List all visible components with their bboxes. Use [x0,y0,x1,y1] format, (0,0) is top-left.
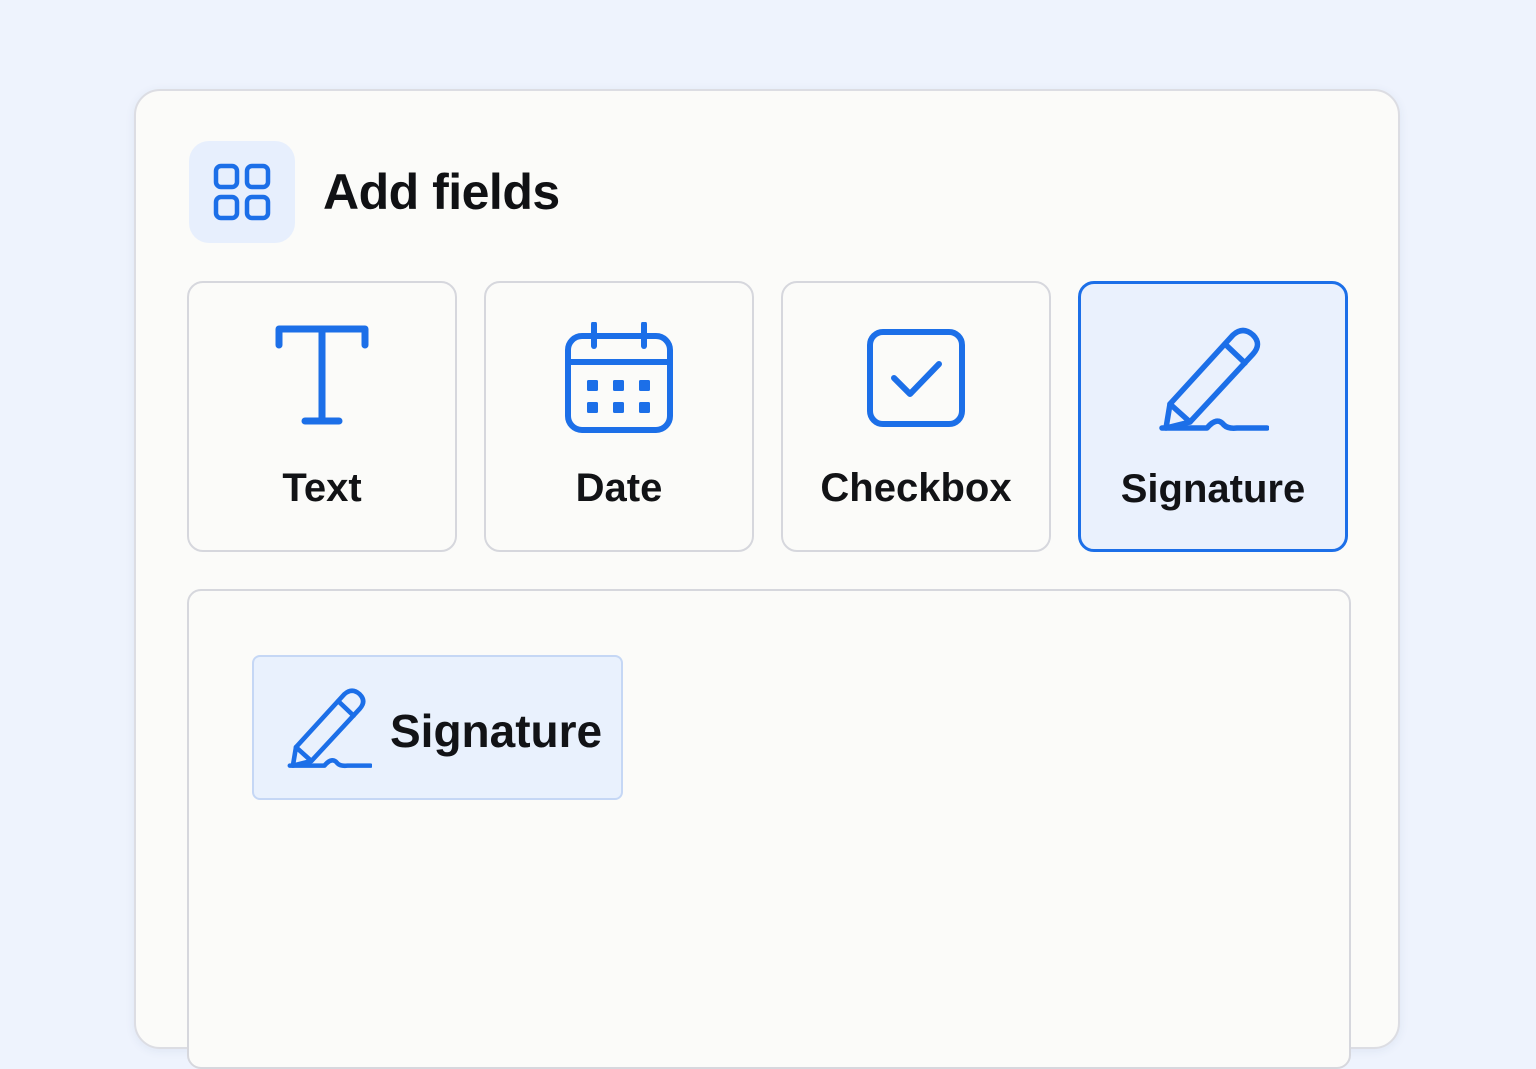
field-card-label: Text [282,466,362,510]
checkbox-icon [783,323,1049,433]
grid-icon [189,141,295,243]
field-card-signature[interactable]: Signature [1078,281,1348,552]
signature-pen-icon [286,683,373,773]
document-canvas[interactable]: Signature [187,589,1351,1069]
placed-field-label: Signature [390,705,603,757]
field-card-label: Checkbox [820,466,1012,510]
field-card-label: Date [575,466,663,510]
placed-signature-field[interactable]: Signature [252,655,623,800]
text-icon [189,323,455,433]
signature-pen-icon [1081,324,1345,434]
calendar-icon [486,322,752,433]
field-card-label: Signature [1120,467,1306,511]
field-card-checkbox[interactable]: Checkbox [781,281,1051,552]
field-card-date[interactable]: Date [484,281,754,552]
field-card-text[interactable]: Text [187,281,457,552]
page-title: Add fields [323,164,560,220]
add-fields-panel: Add fields Text Date Checkbox Signature … [134,89,1400,1069]
